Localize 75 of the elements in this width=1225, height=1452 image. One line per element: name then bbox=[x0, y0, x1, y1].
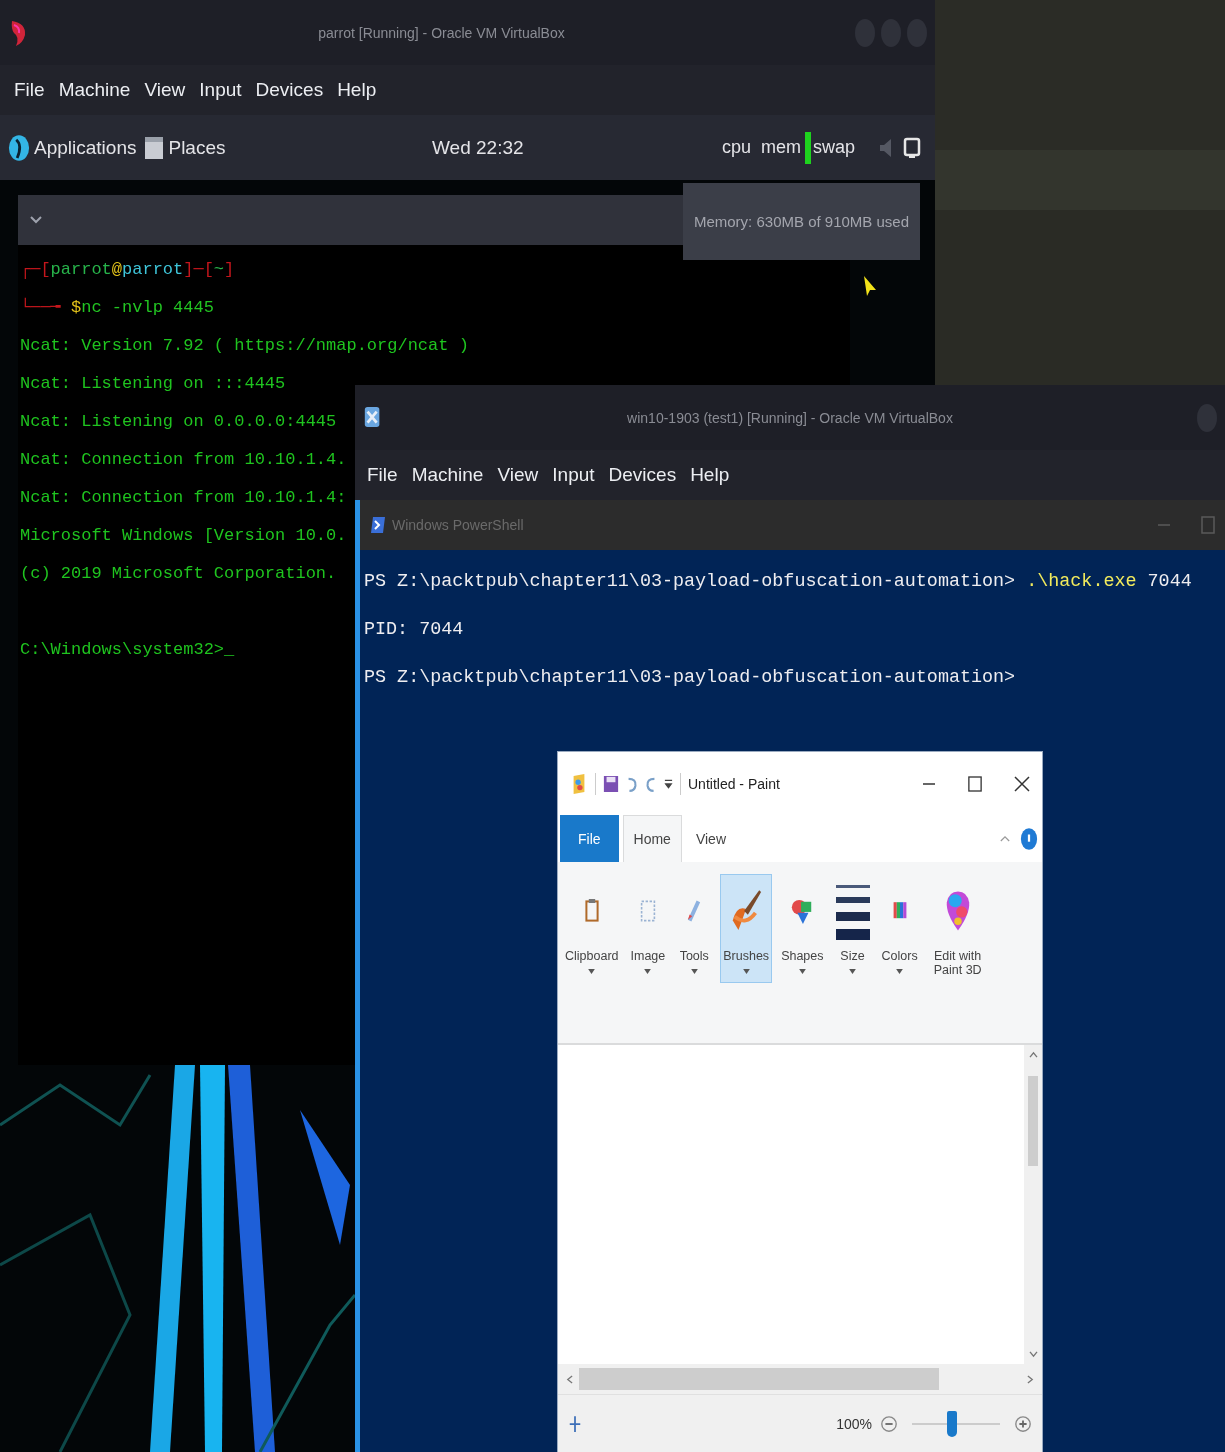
menu-item[interactable]: Input bbox=[552, 464, 595, 486]
chevron-down-icon[interactable] bbox=[30, 216, 42, 224]
scroll-right-icon[interactable] bbox=[1027, 1374, 1034, 1384]
scrollbar-thumb[interactable] bbox=[1028, 1076, 1038, 1166]
panel-menu[interactable]: Applications bbox=[8, 132, 137, 163]
window-title: parrot [Running] - Oracle VM VirtualBox bbox=[317, 24, 566, 41]
maximize-icon[interactable] bbox=[968, 774, 982, 793]
ribbon-group-button[interactable]: Brushes bbox=[720, 874, 773, 983]
save-icon[interactable] bbox=[603, 773, 619, 794]
collapse-ribbon-icon[interactable] bbox=[1000, 835, 1010, 842]
menu-item[interactable]: Machine bbox=[411, 464, 484, 486]
terminal-output-line: Ncat: Version 7.92 ( https://nmap.org/ncat ) bbox=[20, 335, 469, 357]
powershell-icon bbox=[370, 516, 386, 534]
ribbon-tab[interactable]: View bbox=[685, 815, 736, 862]
terminal-output-line: (c) 2019 Microsoft Corporation. bbox=[20, 563, 337, 585]
scroll-up-icon[interactable] bbox=[1028, 1051, 1038, 1058]
minimize-icon[interactable] bbox=[922, 781, 936, 786]
terminal-output-line: Ncat: Listening on :::4445 bbox=[20, 373, 286, 395]
customize-caret-icon[interactable] bbox=[664, 777, 673, 790]
terminal-output-line: Ncat: Connection from 10.10.1.4. bbox=[20, 449, 347, 471]
ribbon-group-button[interactable]: Image bbox=[627, 874, 669, 983]
speaker-icon[interactable] bbox=[879, 137, 893, 158]
ribbon-group-button[interactable]: Shapes bbox=[778, 874, 827, 983]
ribbon-group-button[interactable]: Size bbox=[832, 874, 873, 983]
window-title: Untitled - Paint bbox=[688, 775, 780, 792]
scroll-left-icon[interactable] bbox=[566, 1374, 573, 1384]
panel-menu[interactable]: Places bbox=[144, 134, 226, 161]
memory-meter-icon bbox=[804, 131, 811, 164]
menu-item[interactable]: Input bbox=[199, 79, 242, 101]
close-icon[interactable] bbox=[1014, 775, 1030, 792]
console-line: PS Z:\packtpub\chapter11\03-payload-obfuscation-automation> .\hack.exe 7044 bbox=[364, 570, 1192, 594]
zoom-out-button[interactable] bbox=[880, 1414, 898, 1433]
system-monitor-label[interactable]: cpu bbox=[721, 137, 751, 158]
menu-item[interactable]: Help bbox=[337, 79, 377, 101]
menu-item[interactable]: Help bbox=[690, 464, 730, 486]
horizontal-scrollbar[interactable] bbox=[558, 1364, 1042, 1394]
system-monitor-label[interactable]: mem bbox=[760, 137, 801, 158]
vertical-scrollbar[interactable] bbox=[1024, 1045, 1042, 1364]
ribbon-group-button[interactable]: Colors bbox=[878, 874, 921, 983]
scrollbar-thumb[interactable] bbox=[579, 1368, 939, 1390]
help-icon[interactable] bbox=[1020, 826, 1038, 851]
clipboard-icon bbox=[583, 897, 600, 925]
ribbon-group-button[interactable]: Tools bbox=[674, 874, 715, 983]
move-cursor-icon bbox=[568, 1414, 582, 1433]
terminal-output-line: Microsoft Windows [Version 10.0. bbox=[20, 525, 347, 547]
menu-item[interactable]: Machine bbox=[58, 79, 131, 101]
ribbon-group-button[interactable]: Edit with Paint 3D bbox=[926, 874, 989, 986]
memory-tooltip: Memory: 630MB of 910MB used bbox=[683, 183, 920, 260]
ribbon-tab[interactable]: Home bbox=[622, 815, 682, 862]
terminal-prompt-line: C:\Windows\system32>_ bbox=[20, 639, 235, 661]
folder-icon bbox=[144, 134, 165, 161]
menu-item[interactable]: View bbox=[144, 79, 186, 101]
terminal-output-line: Ncat: Connection from 10.10.1.4: bbox=[20, 487, 347, 509]
menu-item[interactable]: File bbox=[367, 464, 398, 486]
console-line: PS Z:\packtpub\chapter11\03-payload-obfuscation-automation> bbox=[364, 666, 1016, 690]
slider-thumb[interactable] bbox=[946, 1410, 957, 1437]
system-monitor-label[interactable]: swap bbox=[812, 137, 855, 158]
ribbon-group-button[interactable]: Clipboard bbox=[562, 874, 622, 983]
terminal-prompt: ┌─[parrot@parrot]─[~] bbox=[20, 259, 235, 281]
menu-item[interactable]: Devices bbox=[608, 464, 677, 486]
window-title: Windows PowerShell bbox=[392, 517, 524, 533]
scroll-down-icon[interactable] bbox=[1028, 1351, 1038, 1358]
terminal-output-line: Ncat: Listening on 0.0.0.0:4445 bbox=[20, 411, 337, 433]
screen-icon[interactable] bbox=[903, 136, 921, 159]
window-title: win10-1903 (test1) [Running] - Oracle VM VirtualBox bbox=[626, 409, 954, 426]
console-line: PID: 7044 bbox=[364, 618, 464, 642]
zoom-in-button[interactable] bbox=[1014, 1414, 1032, 1433]
mouse-pointer-icon bbox=[863, 275, 877, 297]
terminal-command: └──╼ $nc -nvlp 4445 bbox=[20, 296, 214, 319]
zoom-level: 100% bbox=[836, 1415, 872, 1432]
menu-item[interactable]: File bbox=[14, 79, 45, 101]
menu-item[interactable]: Devices bbox=[255, 79, 324, 101]
menu-item[interactable]: View bbox=[497, 464, 539, 486]
ribbon-tab[interactable]: File bbox=[560, 815, 619, 862]
clock[interactable]: Wed 22:32 bbox=[432, 136, 524, 159]
